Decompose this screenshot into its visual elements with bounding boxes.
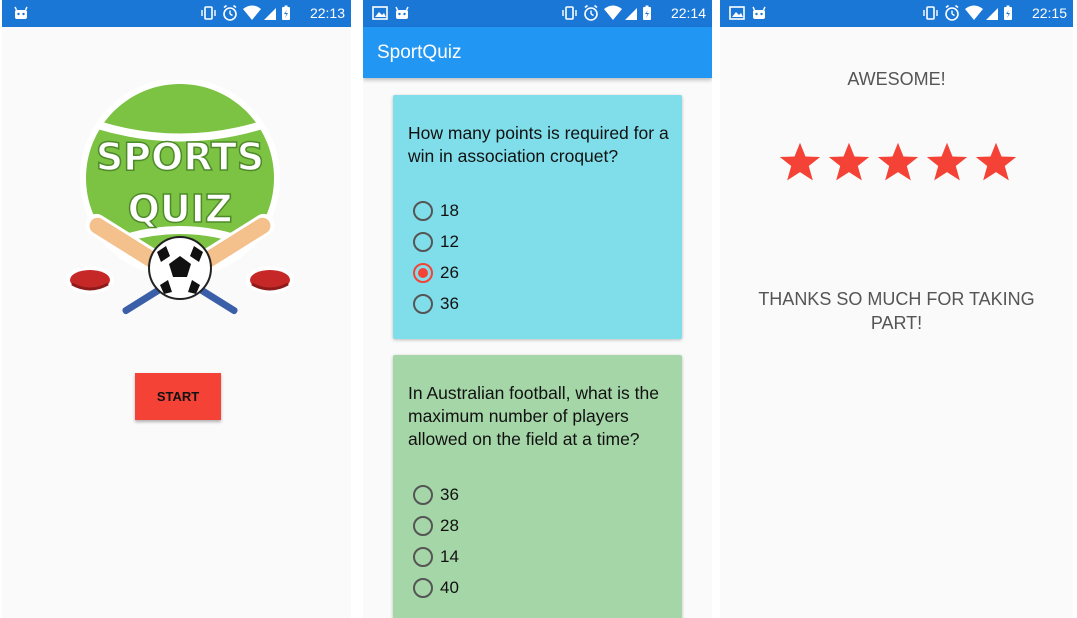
quiz-screen[interactable]: 22:14 SportQuiz How many points is requi… xyxy=(363,0,712,618)
question-card: In Australian football, what is the maxi… xyxy=(393,355,682,618)
option-radio[interactable]: 14 xyxy=(413,541,459,572)
vibrate-icon xyxy=(562,6,577,20)
alarm-icon xyxy=(584,4,598,21)
option-radio[interactable]: 40 xyxy=(413,572,459,603)
radio-button-icon[interactable] xyxy=(413,546,433,567)
radio-group: 36 28 14 40 xyxy=(413,479,459,603)
cell-signal-icon xyxy=(625,8,637,20)
option-radio[interactable]: 36 xyxy=(413,479,459,510)
status-icons xyxy=(201,4,290,21)
logo-text-sports: SPORTS xyxy=(96,135,264,179)
option-label: 12 xyxy=(440,231,459,251)
status-bar: 22:13 xyxy=(2,0,351,27)
option-label: 18 xyxy=(440,200,459,220)
image-icon xyxy=(729,6,745,20)
wifi-icon xyxy=(965,5,983,20)
logo-text-quiz: QUIZ xyxy=(128,187,233,231)
option-label: 36 xyxy=(440,484,459,504)
battery-icon xyxy=(282,5,290,20)
star-icon xyxy=(828,142,870,181)
soccer-ball-icon xyxy=(148,236,212,300)
cell-signal-icon xyxy=(264,8,276,20)
alarm-icon xyxy=(945,4,959,21)
option-label: 14 xyxy=(440,546,459,566)
android-icon xyxy=(395,6,409,19)
image-icon xyxy=(372,6,388,20)
thanks-message: THANKS SO MUCH FOR TAKING PART! xyxy=(758,289,1035,333)
android-icon xyxy=(752,6,766,19)
home-screen: 22:13 SPORTS QUIZ START xyxy=(2,0,351,618)
option-label: 40 xyxy=(440,577,459,597)
star-icon xyxy=(975,142,1017,181)
star-icon xyxy=(877,142,919,181)
radio-group: 18 12 26 36 xyxy=(413,195,459,319)
question-text: How many points is required for a win in… xyxy=(408,123,669,166)
option-radio[interactable]: 12 xyxy=(413,226,459,257)
vibrate-icon xyxy=(201,6,216,20)
app-title: SportQuiz xyxy=(377,42,462,63)
rating-stars xyxy=(778,140,1018,184)
radio-button-icon[interactable] xyxy=(413,293,433,314)
radio-button-icon[interactable] xyxy=(413,484,433,505)
status-time: 22:15 xyxy=(1031,5,1067,21)
start-button[interactable]: START xyxy=(135,373,221,420)
battery-icon xyxy=(643,5,651,20)
status-bar: 22:15 xyxy=(720,0,1073,27)
vibrate-icon xyxy=(923,6,938,20)
cell-signal-icon xyxy=(986,8,998,20)
radio-button-icon[interactable] xyxy=(413,200,433,221)
question-text: In Australian football, what is the maxi… xyxy=(408,383,659,449)
status-time: 22:13 xyxy=(309,5,345,21)
battery-icon xyxy=(1004,5,1012,20)
wifi-icon xyxy=(243,5,261,20)
radio-button-icon[interactable] xyxy=(413,231,433,252)
star-icon xyxy=(779,142,821,181)
android-icon xyxy=(14,6,28,19)
radio-button-icon[interactable] xyxy=(413,515,433,536)
status-bar: 22:14 xyxy=(363,0,712,27)
alarm-icon xyxy=(223,4,237,21)
wifi-icon xyxy=(604,5,622,20)
option-radio[interactable]: 18 xyxy=(413,195,459,226)
option-label: 36 xyxy=(440,293,459,313)
app-bar: SportQuiz xyxy=(363,27,712,78)
sports-quiz-logo: SPORTS QUIZ xyxy=(66,80,294,315)
question-card: How many points is required for a win in… xyxy=(393,95,682,339)
radio-button-icon[interactable] xyxy=(413,577,433,598)
status-time: 22:14 xyxy=(670,5,706,21)
result-heading: AWESOME! xyxy=(847,69,946,89)
option-label: 26 xyxy=(440,262,459,282)
status-icons xyxy=(562,4,651,21)
radio-button-checked-icon[interactable] xyxy=(413,262,433,283)
result-screen: 22:15 AWESOME! THANKS SO MUCH FOR TAKING… xyxy=(720,0,1073,618)
option-label: 28 xyxy=(440,515,459,535)
status-icons xyxy=(923,4,1012,21)
option-radio-selected[interactable]: 26 xyxy=(413,257,459,288)
star-icon xyxy=(926,142,968,181)
option-radio[interactable]: 28 xyxy=(413,510,459,541)
option-radio[interactable]: 36 xyxy=(413,288,459,319)
